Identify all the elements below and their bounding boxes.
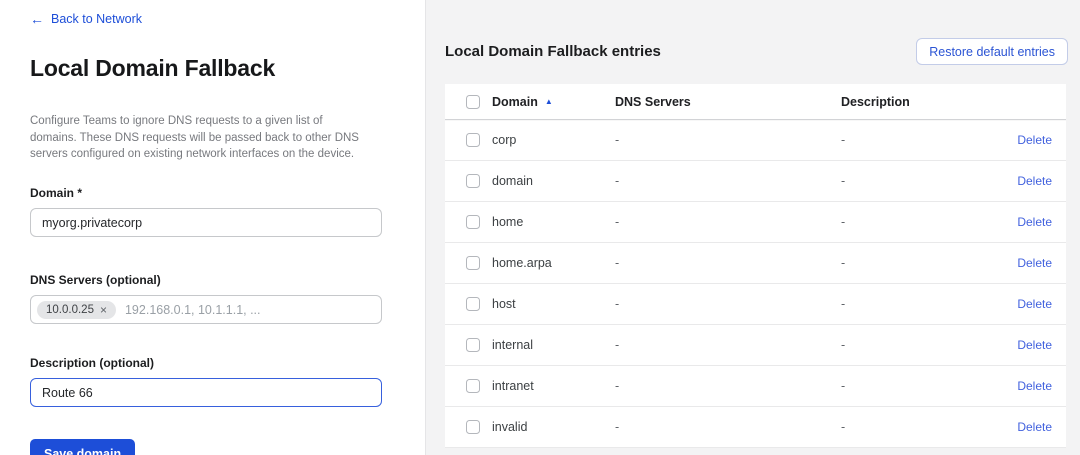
settings-panel: ← Back to Network Local Domain Fallback … — [0, 0, 426, 455]
row-description: - — [841, 297, 991, 311]
table-header-row: Domain ▲ DNS Servers Description — [445, 84, 1066, 120]
back-to-network-link[interactable]: ← Back to Network — [30, 12, 142, 26]
sort-ascending-icon: ▲ — [545, 98, 553, 106]
save-domain-button[interactable]: Save domain — [30, 439, 135, 455]
row-description: - — [841, 338, 991, 352]
row-checkbox[interactable] — [466, 297, 480, 311]
back-arrow-icon: ← — [30, 12, 44, 26]
row-domain: invalid — [492, 420, 615, 434]
table-row: host - - Delete — [445, 284, 1066, 325]
dns-server-chip: 10.0.0.25 × — [37, 301, 116, 319]
page-title: Local Domain Fallback — [30, 55, 395, 82]
description-column-header: Description — [841, 95, 991, 109]
table-row: internal - - Delete — [445, 325, 1066, 366]
table-row: domain - - Delete — [445, 161, 1066, 202]
row-dns-servers: - — [615, 338, 841, 352]
row-domain: home — [492, 215, 615, 229]
row-description: - — [841, 174, 991, 188]
row-dns-servers: - — [615, 256, 841, 270]
domain-column-header[interactable]: Domain ▲ — [492, 95, 615, 109]
delete-row-link[interactable]: Delete — [1017, 256, 1052, 270]
dns-servers-input[interactable]: 10.0.0.25 × 192.168.0.1, 10.1.1.1, ... — [30, 295, 382, 324]
dns-servers-field-label: DNS Servers (optional) — [30, 273, 395, 287]
dns-server-chip-value: 10.0.0.25 — [46, 304, 94, 316]
row-domain: home.arpa — [492, 256, 615, 270]
dns-servers-placeholder: 192.168.0.1, 10.1.1.1, ... — [125, 303, 261, 317]
row-domain: domain — [492, 174, 615, 188]
select-all-checkbox[interactable] — [466, 95, 480, 109]
table-row: home - - Delete — [445, 202, 1066, 243]
row-description: - — [841, 215, 991, 229]
domain-input[interactable] — [30, 208, 382, 237]
back-link-label: Back to Network — [51, 12, 142, 26]
restore-default-entries-button[interactable]: Restore default entries — [916, 38, 1068, 65]
entries-title: Local Domain Fallback entries — [445, 43, 661, 60]
delete-row-link[interactable]: Delete — [1017, 297, 1052, 311]
row-domain: intranet — [492, 379, 615, 393]
domain-field-label: Domain * — [30, 186, 395, 200]
row-checkbox[interactable] — [466, 174, 480, 188]
row-dns-servers: - — [615, 297, 841, 311]
row-checkbox[interactable] — [466, 256, 480, 270]
domain-column-label: Domain — [492, 95, 538, 109]
delete-row-link[interactable]: Delete — [1017, 379, 1052, 393]
row-domain: internal — [492, 338, 615, 352]
row-checkbox[interactable] — [466, 215, 480, 229]
row-domain: corp — [492, 133, 615, 147]
row-dns-servers: - — [615, 174, 841, 188]
delete-row-link[interactable]: Delete — [1017, 133, 1052, 147]
row-checkbox[interactable] — [466, 338, 480, 352]
row-description: - — [841, 133, 991, 147]
delete-row-link[interactable]: Delete — [1017, 174, 1052, 188]
row-dns-servers: - — [615, 133, 841, 147]
chip-remove-icon[interactable]: × — [100, 304, 107, 316]
table-row: home.arpa - - Delete — [445, 243, 1066, 284]
delete-row-link[interactable]: Delete — [1017, 215, 1052, 229]
row-checkbox[interactable] — [466, 379, 480, 393]
delete-row-link[interactable]: Delete — [1017, 420, 1052, 434]
row-domain: host — [492, 297, 615, 311]
row-description: - — [841, 256, 991, 270]
row-description: - — [841, 379, 991, 393]
row-checkbox[interactable] — [466, 133, 480, 147]
entries-header: Local Domain Fallback entries Restore de… — [445, 38, 1068, 65]
description-field-label: Description (optional) — [30, 356, 395, 370]
table-row: intranet - - Delete — [445, 366, 1066, 407]
row-dns-servers: - — [615, 420, 841, 434]
row-description: - — [841, 420, 991, 434]
description-input[interactable] — [30, 378, 382, 407]
dns-servers-column-header: DNS Servers — [615, 95, 841, 109]
page-description: Configure Teams to ignore DNS requests t… — [30, 113, 364, 163]
row-checkbox[interactable] — [466, 420, 480, 434]
row-dns-servers: - — [615, 215, 841, 229]
row-dns-servers: - — [615, 379, 841, 393]
entries-table: Domain ▲ DNS Servers Description corp - … — [445, 84, 1066, 448]
delete-row-link[interactable]: Delete — [1017, 338, 1052, 352]
entries-panel: Local Domain Fallback entries Restore de… — [426, 0, 1080, 455]
table-row: corp - - Delete — [445, 120, 1066, 161]
table-row: invalid - - Delete — [445, 407, 1066, 448]
